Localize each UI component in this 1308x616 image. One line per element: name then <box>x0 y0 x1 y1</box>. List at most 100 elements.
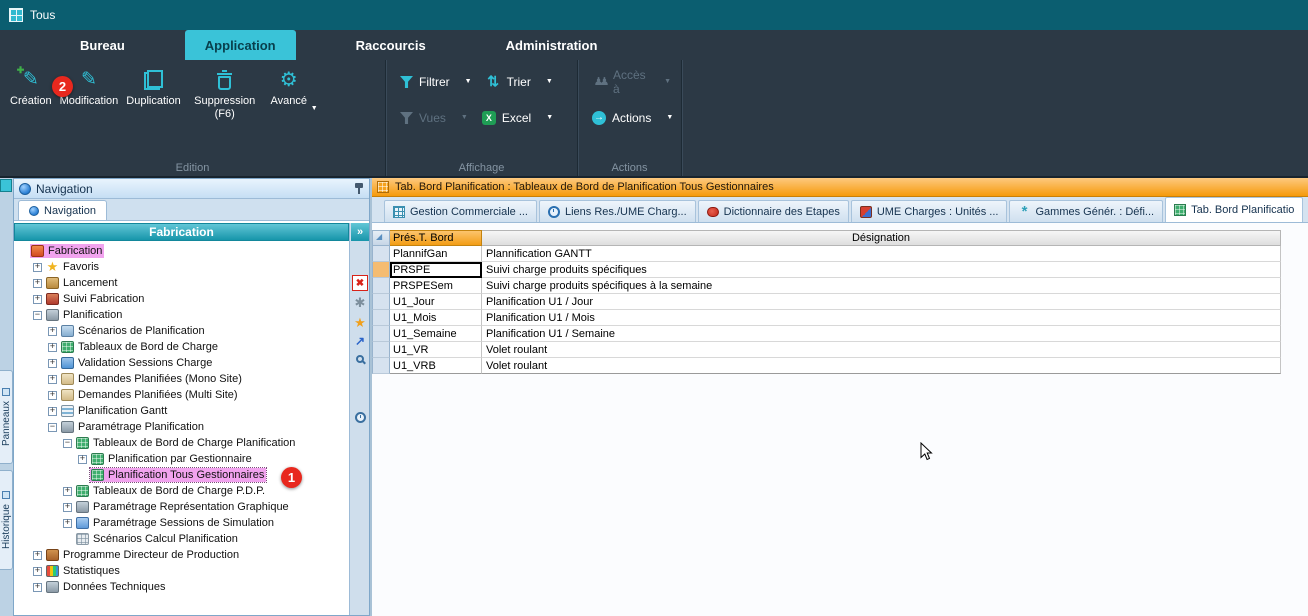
column-header-designation[interactable]: Désignation <box>482 230 1281 246</box>
tab-navigation[interactable]: Navigation <box>18 200 107 220</box>
cell-designation[interactable]: Volet roulant <box>482 358 1281 374</box>
document-tab-gestion-commerciale[interactable]: Gestion Commerciale ... <box>384 200 537 222</box>
expand-icon[interactable]: + <box>48 327 57 336</box>
tree-item-demandes-planifiees-mono-site[interactable]: +Demandes Planifiées (Mono Site) <box>14 371 349 387</box>
tree-item-scenarios-de-planification[interactable]: +Scénarios de Planification <box>14 323 349 339</box>
cell-designation[interactable]: Planification U1 / Jour <box>482 294 1281 310</box>
expand-icon[interactable]: + <box>63 503 72 512</box>
row-indicator-cell[interactable] <box>372 278 390 294</box>
ribbon-button-duplication[interactable]: Duplication <box>122 64 184 112</box>
expand-icon[interactable]: + <box>33 263 42 272</box>
expand-icon[interactable]: + <box>78 455 87 464</box>
row-indicator-cell[interactable] <box>372 326 390 342</box>
row-indicator-cell[interactable] <box>372 342 390 358</box>
row-indicator-cell[interactable] <box>372 262 390 278</box>
tree-item-tableaux-de-bord-de-charge-p-d-p[interactable]: +Tableaux de Bord de Charge P.D.P. <box>14 483 349 499</box>
tree-item-parametrage-planification[interactable]: −Paramétrage Planification <box>14 419 349 435</box>
tree-item-donnees-techniques[interactable]: +Données Techniques <box>14 579 349 595</box>
side-tab-panneaux[interactable]: Panneaux <box>0 370 13 464</box>
row-indicator-header[interactable] <box>372 230 390 246</box>
document-tab-tab-bord-planificatio[interactable]: Tab. Bord Planificatio <box>1165 197 1303 222</box>
tree-item-suivi-fabrication[interactable]: +Suivi Fabrication <box>14 291 349 307</box>
ribbon-tab-raccourcis[interactable]: Raccourcis <box>336 30 446 60</box>
collapse-icon[interactable]: − <box>48 423 57 432</box>
ribbon-button-filtrer[interactable]: Filtrer▼ <box>396 72 476 92</box>
cell-designation[interactable]: Volet roulant <box>482 342 1281 358</box>
cell-code[interactable]: PlannifGan <box>390 246 482 262</box>
titlebar-menu[interactable]: Tous <box>30 8 55 22</box>
ribbon-tab-application[interactable]: Application <box>185 30 296 60</box>
expand-icon[interactable]: + <box>63 519 72 528</box>
app-icon[interactable] <box>9 8 23 22</box>
expand-icon[interactable]: + <box>48 359 57 368</box>
table-row-u1-vr[interactable]: U1_VRVolet roulant <box>372 342 1281 358</box>
collapse-panel-icon[interactable]: » <box>351 223 369 241</box>
tree-item-tableaux-de-bord-de-charge-planification[interactable]: −Tableaux de Bord de Charge Planificatio… <box>14 435 349 451</box>
tree-item-demandes-planifiees-multi-site[interactable]: +Demandes Planifiées (Multi Site) <box>14 387 349 403</box>
dropdown-arrow-icon[interactable]: ▼ <box>666 114 673 121</box>
tree-item-validation-sessions-charge[interactable]: +Validation Sessions Charge <box>14 355 349 371</box>
cell-code[interactable]: PRSPE <box>390 262 482 278</box>
close-icon[interactable]: ✖ <box>352 275 368 291</box>
expand-icon[interactable]: + <box>48 407 57 416</box>
tree-item-fabrication[interactable]: Fabrication <box>14 243 349 259</box>
tree-item-statistiques[interactable]: +Statistiques <box>14 563 349 579</box>
cell-designation[interactable]: Planification U1 / Semaine <box>482 326 1281 342</box>
expand-icon[interactable]: + <box>33 279 42 288</box>
ribbon-button-suppression-f6[interactable]: Suppression (F6) <box>185 64 265 124</box>
tree-item-parametrage-representation-graphique[interactable]: +Paramétrage Représentation Graphique <box>14 499 349 515</box>
ribbon-tab-administration[interactable]: Administration <box>486 30 618 60</box>
expand-icon[interactable]: + <box>33 583 42 592</box>
cell-code[interactable]: U1_Mois <box>390 310 482 326</box>
table-row-u1-semaine[interactable]: U1_SemainePlanification U1 / Semaine <box>372 326 1281 342</box>
dropdown-arrow-icon[interactable]: ▼ <box>546 78 553 85</box>
tree-item-planification-par-gestionnaire[interactable]: +Planification par Gestionnaire <box>14 451 349 467</box>
cell-code[interactable]: U1_Jour <box>390 294 482 310</box>
collapse-icon[interactable]: − <box>33 311 42 320</box>
row-indicator-cell[interactable] <box>372 310 390 326</box>
ribbon-button-actions[interactable]: Actions▼ <box>588 108 677 128</box>
collapse-icon[interactable]: − <box>63 439 72 448</box>
cell-code[interactable]: U1_VR <box>390 342 482 358</box>
tree-item-scenarios-calcul-planification[interactable]: Scénarios Calcul Planification <box>14 531 349 547</box>
document-tab-gammes-gener-defi[interactable]: Gammes Génér. : Défi... <box>1009 200 1163 222</box>
dropdown-arrow-icon[interactable]: ▼ <box>311 105 318 112</box>
search-icon[interactable] <box>352 351 368 367</box>
table-row-prspesem[interactable]: PRSPESemSuivi charge produits spécifique… <box>372 278 1281 294</box>
table-row-u1-jour[interactable]: U1_JourPlanification U1 / Jour <box>372 294 1281 310</box>
table-row-u1-mois[interactable]: U1_MoisPlanification U1 / Mois <box>372 310 1281 326</box>
select-pointer-icon[interactable]: ↗ <box>352 333 368 349</box>
tree-item-parametrage-sessions-de-simulation[interactable]: +Paramétrage Sessions de Simulation <box>14 515 349 531</box>
expand-icon[interactable]: + <box>33 295 42 304</box>
ribbon-button-excel[interactable]: Excel▼ <box>478 108 557 128</box>
cell-code[interactable]: PRSPESem <box>390 278 482 294</box>
column-header-code[interactable]: Prés.T. Bord <box>390 230 482 246</box>
dropdown-arrow-icon[interactable]: ▼ <box>465 78 472 85</box>
tree-item-planification-gantt[interactable]: +Planification Gantt <box>14 403 349 419</box>
tree-item-favoris[interactable]: +Favoris <box>14 259 349 275</box>
document-tab-dictionnaire-des-etapes[interactable]: Dictionnaire des Etapes <box>698 200 849 222</box>
cell-designation[interactable]: Planification U1 / Mois <box>482 310 1281 326</box>
document-tab-liens-res-ume-charg[interactable]: Liens Res./UME Charg... <box>539 200 696 222</box>
tree-item-planification[interactable]: −Planification <box>14 307 349 323</box>
cell-code[interactable]: U1_VRB <box>390 358 482 374</box>
history-clock-icon[interactable] <box>352 409 368 425</box>
row-indicator-cell[interactable] <box>372 358 390 374</box>
expand-icon[interactable]: + <box>48 391 57 400</box>
ribbon-button-creation[interactable]: Création <box>6 64 56 112</box>
cell-code[interactable]: U1_Semaine <box>390 326 482 342</box>
row-indicator-cell[interactable] <box>372 294 390 310</box>
favorites-star-icon[interactable]: ★ <box>352 315 368 331</box>
dropdown-arrow-icon[interactable]: ▼ <box>546 114 553 121</box>
tree-item-tableaux-de-bord-de-charge[interactable]: +Tableaux de Bord de Charge <box>14 339 349 355</box>
table-row-prspe[interactable]: PRSPESuivi charge produits spécifiques <box>372 262 1281 278</box>
ribbon-button-trier[interactable]: Trier▼ <box>482 71 557 92</box>
expand-icon[interactable]: + <box>33 551 42 560</box>
cell-designation[interactable]: Plannification GANTT <box>482 246 1281 262</box>
expand-icon[interactable]: + <box>33 567 42 576</box>
expand-icon[interactable]: + <box>48 343 57 352</box>
dropdown-arrow-icon[interactable]: ▼ <box>461 114 468 121</box>
ribbon-button-avance[interactable]: Avancé <box>265 64 313 112</box>
expand-icon[interactable]: + <box>63 487 72 496</box>
table-row-plannifgan[interactable]: PlannifGanPlannification GANTT <box>372 246 1281 262</box>
